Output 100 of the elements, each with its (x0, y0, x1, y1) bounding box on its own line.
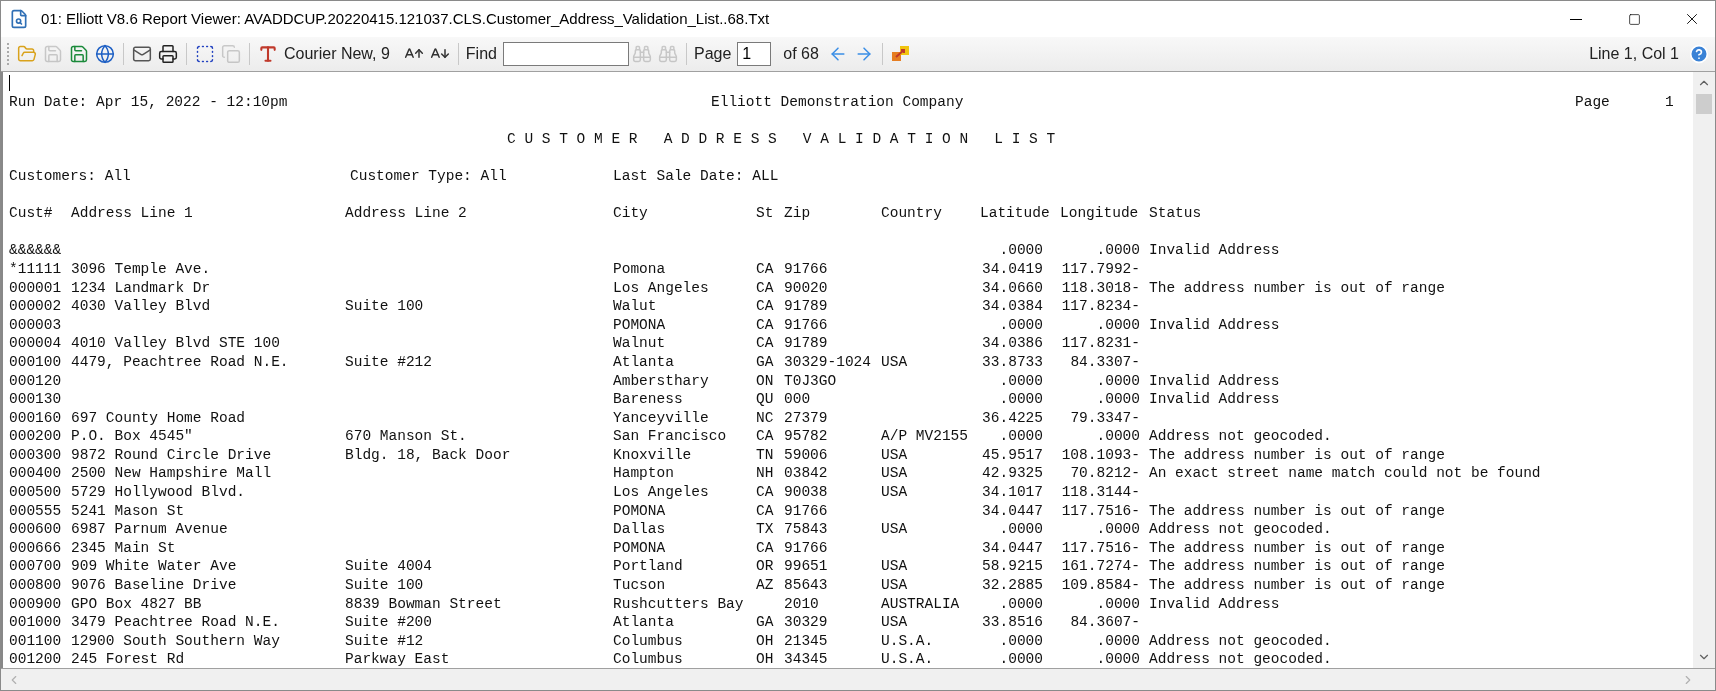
report-cell: U.S.A. (881, 632, 934, 649)
report-cell: Portland (613, 558, 683, 575)
column-header: Status (1149, 204, 1202, 223)
report-cell: 91766 (784, 539, 828, 556)
cursor-position: Line 1, Col 1 (1589, 44, 1679, 64)
report-cell: ON (756, 372, 774, 389)
report-cell: 000003 (9, 316, 62, 333)
report-cell: 000 (784, 391, 811, 408)
report-cell: 3096 Temple Ave. (71, 260, 211, 277)
column-header: Cust# (9, 204, 53, 223)
report-cell: CA (756, 539, 774, 556)
report-cell: .0000 (999, 651, 1043, 668)
globe-icon (95, 44, 115, 64)
report-cell: 000200 (9, 428, 62, 445)
report-cell: 42.9325 (982, 465, 1043, 482)
report-cell: 84.3307- (1070, 353, 1140, 370)
report-cell: Ambersthary (613, 372, 709, 389)
report-cell: 32.2885 (982, 577, 1043, 594)
report-cell: 245 Forest Rd (71, 651, 185, 668)
report-cell: USA (881, 446, 908, 463)
report-cell: 27379 (784, 409, 828, 426)
report-cell: 12900 South Southern Way (71, 632, 280, 649)
report-cell: Suite #212 (345, 353, 432, 370)
report-cell: Bldg. 18, Back Door (345, 446, 511, 463)
report-cell: 34.0447 (982, 502, 1043, 519)
report-cell: 4030 Valley Blvd (71, 298, 211, 315)
binoculars-icon (631, 44, 652, 64)
squares-arrow-icon (890, 45, 911, 63)
report-cell: The address number is out of range (1149, 279, 1445, 296)
report-cell: 000120 (9, 372, 62, 389)
report-cell: AUSTRALIA (881, 595, 960, 612)
report-cell: U.S.A. (881, 651, 934, 668)
page-number: 1 (1665, 92, 1674, 112)
find-input-field[interactable] (502, 42, 629, 66)
vertical-scrollbar[interactable] (1693, 72, 1715, 668)
column-header: St (756, 204, 774, 223)
report-cell: 84.3607- (1070, 614, 1140, 631)
report-cell: 117.7992- (1061, 260, 1140, 277)
report-cell: USA (881, 521, 908, 538)
report-cell: .0000 (999, 595, 1043, 612)
report-cell: Suite #200 (345, 614, 432, 631)
envelope-icon (132, 44, 152, 64)
report-cell: Tucson (613, 577, 666, 594)
report-cell: 909 White Water Ave (71, 558, 237, 575)
report-cell: 2500 New Hampshire Mall (71, 465, 272, 482)
report-cell: Address not geocoded. (1149, 428, 1332, 445)
column-header: Latitude (979, 204, 1050, 223)
report-cell: 30329 (784, 614, 828, 631)
report-cell: 58.9215 (982, 558, 1043, 575)
report-cell: Yanceyville (613, 409, 709, 426)
report-cell: 001200 (9, 651, 62, 668)
report-cell: .0000 (999, 391, 1043, 408)
report-cell: 79.3347- (1070, 409, 1140, 426)
report-cell: USA (881, 614, 908, 631)
filter-label: Last Sale Date: ALL (613, 166, 779, 186)
report-cell: USA (881, 353, 908, 370)
report-cell: 6987 Parnum Avenue (71, 521, 228, 538)
report-cell: 91766 (784, 502, 828, 519)
report-cell: Columbus (613, 632, 683, 649)
report-title: C U S T O M E R A D D R E S S V A L I D A T I O N L I S T (507, 129, 1056, 149)
report-cell: GA (756, 353, 774, 370)
report-cell: CA (756, 298, 774, 315)
report-cell: 109.8584- (1061, 577, 1140, 594)
report-cell: .0000 (1096, 521, 1140, 538)
report-cell: .0000 (999, 521, 1043, 538)
report-cell: 117.7516- (1061, 502, 1140, 519)
report-cell: 99651 (784, 558, 828, 575)
report-cell: 91766 (784, 316, 828, 333)
report-cell: .0000 (1096, 595, 1140, 612)
report-cell: USA (881, 465, 908, 482)
maximize-icon (1627, 12, 1641, 26)
report-cell: .0000 (999, 242, 1043, 259)
report-cell: .0000 (1096, 242, 1140, 259)
page-label: Page (693, 44, 732, 64)
report-cell: 59006 (784, 446, 828, 463)
report-cell: 670 Manson St. (345, 428, 467, 445)
find-label: Find (465, 44, 497, 64)
report-cell: 34.0386 (982, 335, 1043, 352)
report-cell: Atlanta (613, 353, 674, 370)
printer-icon (158, 44, 178, 64)
scroll-thumb[interactable] (1696, 94, 1712, 114)
report-cell: T0J3GO (784, 372, 837, 389)
report-cell: 9872 Round Circle Drive (71, 446, 272, 463)
report-cell: Dallas (613, 521, 666, 538)
report-cell: Parkway East (345, 651, 450, 668)
report-cell: CA (756, 316, 774, 333)
report-cell: 000600 (9, 521, 62, 538)
page-number-field[interactable]: 1 (737, 42, 772, 66)
column-header: Zip (784, 204, 811, 223)
report-cell: OH (756, 632, 774, 649)
report-cell: POMONA (613, 502, 666, 519)
help-icon[interactable] (1689, 44, 1709, 64)
report-cell: .0000 (999, 372, 1043, 389)
report-cell: 117.8234- (1061, 298, 1140, 315)
report-cell: 000400 (9, 465, 62, 482)
report-cell: Columbus (613, 651, 683, 668)
report-cell: POMONA (613, 539, 666, 556)
page-label: Page (1575, 92, 1611, 112)
report-cell: 000130 (9, 391, 62, 408)
font-button[interactable]: Courier New, 9 (255, 41, 401, 67)
